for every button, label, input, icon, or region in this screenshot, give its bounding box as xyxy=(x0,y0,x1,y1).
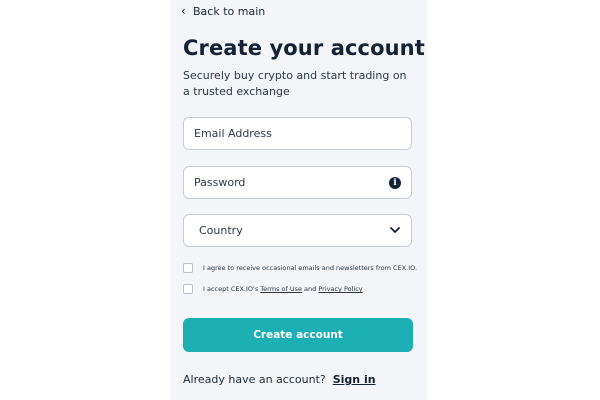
newsletter-consent-label: I agree to receive occasional emails and… xyxy=(203,264,418,272)
chevron-down-icon xyxy=(389,225,401,237)
info-icon[interactable]: i xyxy=(389,176,401,189)
email-placeholder: Email Address xyxy=(194,127,272,140)
privacy-policy-link[interactable]: Privacy Policy xyxy=(318,285,362,293)
create-account-button[interactable]: Create account xyxy=(183,318,413,352)
have-account-text: Already have an account? xyxy=(183,373,330,386)
terms-consent-prefix: I accept CEX.IO's xyxy=(203,285,261,293)
back-to-main-link[interactable]: ‹ Back to main xyxy=(181,3,265,19)
page-title: Create your account xyxy=(183,36,425,60)
terms-checkbox[interactable] xyxy=(183,284,193,294)
sign-in-link[interactable]: Sign in xyxy=(333,373,376,386)
email-field[interactable]: Email Address xyxy=(183,117,412,150)
newsletter-consent-row: I agree to receive occasional emails and… xyxy=(183,263,417,273)
password-placeholder: Password xyxy=(194,176,246,189)
terms-consent-and: and xyxy=(301,285,319,293)
back-link-label: Back to main xyxy=(193,4,266,18)
chevron-left-icon: ‹ xyxy=(181,4,186,18)
country-select[interactable]: Country xyxy=(183,214,412,247)
signin-row: Already have an account? Sign in xyxy=(183,373,376,386)
password-field[interactable]: Password i xyxy=(183,166,412,199)
terms-of-use-link[interactable]: Terms of Use xyxy=(260,285,302,293)
newsletter-checkbox[interactable] xyxy=(183,263,193,273)
country-placeholder: Country xyxy=(199,224,243,237)
page-subtitle: Securely buy crypto and start trading on… xyxy=(183,69,407,98)
terms-consent-row: I accept CEX.IO's Terms of Use and Priva… xyxy=(183,284,363,294)
